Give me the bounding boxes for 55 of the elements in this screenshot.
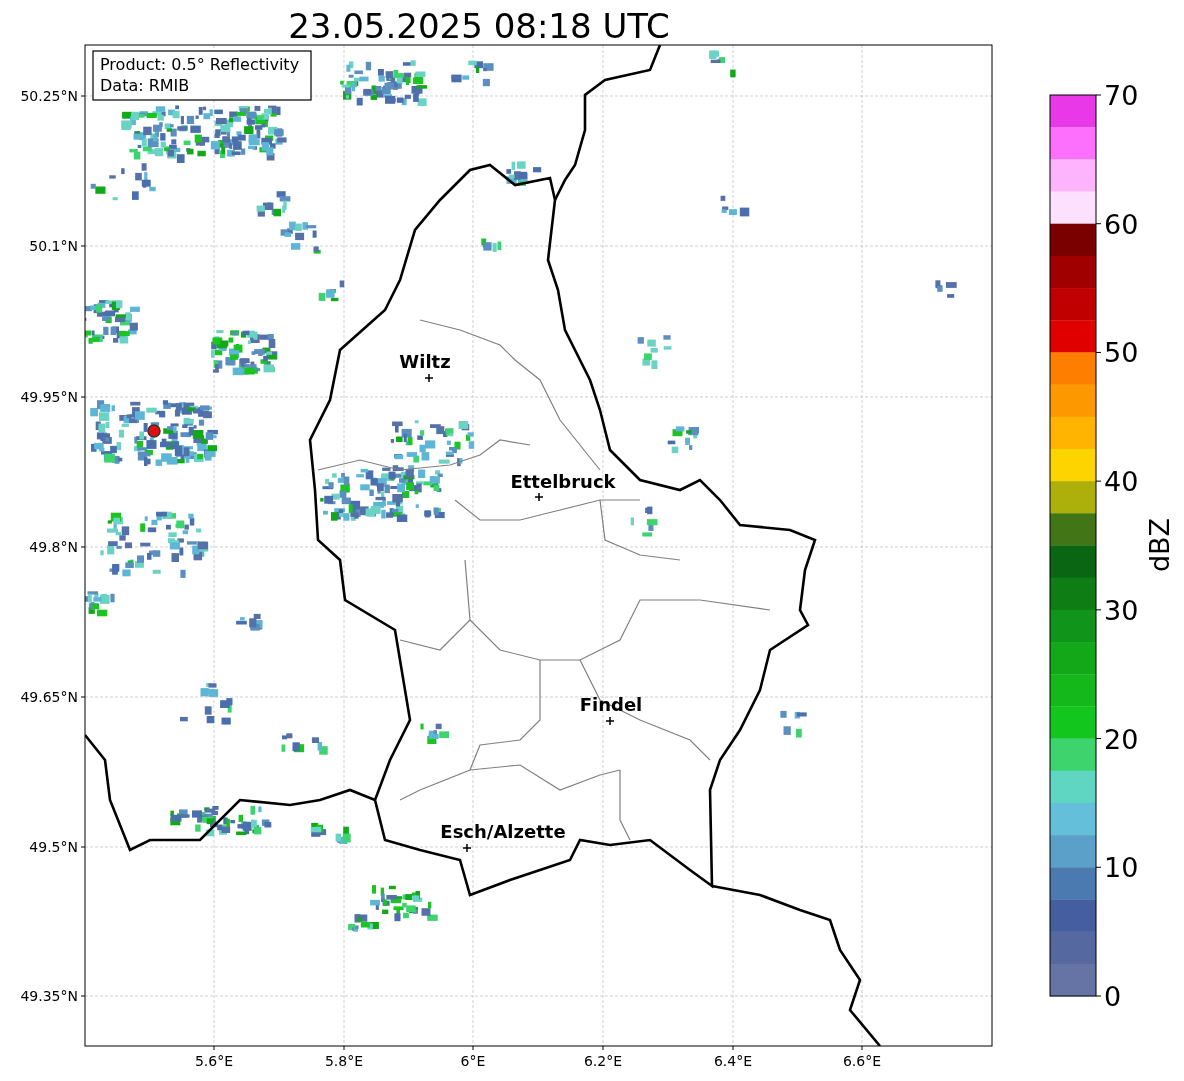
tick-mark	[343, 1045, 345, 1051]
tick-mark	[472, 1045, 474, 1051]
radar-site-marker	[147, 424, 161, 438]
tick-label: 49.65°N	[20, 689, 78, 705]
tick-mark	[1095, 480, 1102, 482]
tick-label: 6.4°E	[713, 1053, 753, 1069]
tick-mark	[80, 245, 86, 247]
tick-mark	[732, 1045, 734, 1051]
tick-mark	[602, 1045, 604, 1051]
tick-mark	[80, 846, 86, 848]
city-marker-icon	[424, 373, 434, 383]
tick-label: 6°E	[460, 1053, 486, 1069]
place-label: Wiltz	[399, 351, 451, 372]
tick-mark	[80, 396, 86, 398]
tick-mark	[213, 1045, 215, 1051]
city-marker-icon	[534, 492, 544, 502]
tick-label: 40	[1104, 466, 1139, 498]
tick-label: 30	[1104, 594, 1139, 626]
city-marker-icon	[462, 843, 472, 853]
tick-label: 50.1°N	[29, 238, 78, 254]
tick-mark	[1095, 94, 1102, 96]
place-label: Ettelbruck	[510, 471, 616, 492]
tick-label: 5.6°E	[194, 1053, 234, 1069]
tick-label: 50	[1104, 337, 1139, 369]
tick-label: 6.2°E	[583, 1053, 623, 1069]
tick-mark	[80, 995, 86, 997]
tick-label: 50.25°N	[20, 88, 78, 104]
tick-label: 70	[1104, 80, 1139, 111]
city-marker-icon	[605, 716, 615, 726]
info-text: Product: 0.5° Reflectivity	[100, 55, 300, 74]
tick-label: 0	[1104, 981, 1122, 1012]
place-label: Esch/Alzette	[440, 821, 566, 842]
tick-mark	[1095, 223, 1102, 225]
tick-mark	[80, 95, 86, 97]
tick-label: 49.35°N	[20, 988, 78, 1004]
tick-mark	[1095, 351, 1102, 353]
tick-mark	[1095, 738, 1102, 740]
tick-mark	[861, 1045, 863, 1051]
tick-mark	[1095, 609, 1102, 611]
tick-mark	[1095, 866, 1102, 868]
tick-label: 49.5°N	[29, 839, 78, 855]
tick-label: 5.8°E	[324, 1053, 364, 1069]
info-text: Data: RMIB	[100, 76, 190, 95]
tick-mark	[80, 696, 86, 698]
tick-label: 10	[1104, 852, 1139, 884]
colorbar-label: dBZ	[1144, 517, 1175, 573]
place-label: Findel	[579, 694, 643, 715]
tick-mark	[1095, 995, 1102, 997]
tick-label: 20	[1104, 723, 1139, 755]
tick-label: 49.8°N	[29, 539, 78, 555]
tick-label: 60	[1104, 208, 1139, 240]
tick-label: 49.95°N	[20, 389, 78, 405]
chart-title: 23.05.2025 08:18 UTC	[288, 6, 670, 46]
tick-mark	[80, 546, 86, 548]
tick-label: 6.6°E	[842, 1053, 882, 1069]
